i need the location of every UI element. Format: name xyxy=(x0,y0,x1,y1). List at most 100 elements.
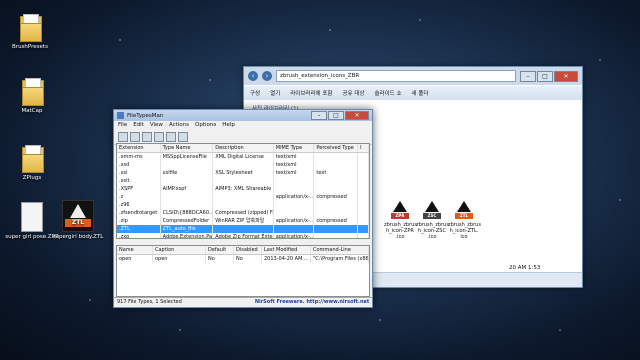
menu-view[interactable]: View xyxy=(150,122,163,130)
table-row[interactable]: .xsl xslfile XSL Stylesheet text/xml text xyxy=(117,169,369,177)
table-cell xyxy=(213,177,274,185)
desktop-icon-ztl[interactable]: ZTL supergirl body.ZTL xyxy=(50,200,106,241)
table-row[interactable]: .xmm-ms MSSppLicenseFile XML Digital Licen… xyxy=(117,153,369,161)
table-cell: text/xml xyxy=(274,161,315,169)
window-title: FileTypesMan xyxy=(127,112,164,119)
table-cell xyxy=(314,201,359,209)
table-cell xyxy=(274,201,315,209)
table-cell xyxy=(358,161,369,169)
file-types-table: Extension Type Name Description MIME Typ… xyxy=(116,143,370,239)
properties-icon[interactable] xyxy=(130,132,140,142)
save-icon[interactable] xyxy=(118,132,128,142)
table-cell xyxy=(358,217,369,225)
desktop-icon-zplugs[interactable]: ZPlugs xyxy=(4,145,60,182)
table-cell: CompressedFolder xyxy=(161,217,214,225)
toolbar-open[interactable]: 열기 xyxy=(270,89,280,97)
table-cell xyxy=(213,161,274,169)
table-cell xyxy=(161,201,214,209)
filetypesman-window: FileTypesMan – □ ✕ File Edit View Action… xyxy=(113,109,373,308)
col-caption[interactable]: Caption xyxy=(153,246,206,254)
table-cell xyxy=(358,169,369,177)
nirsoft-link[interactable]: NirSoft Freeware. http://www.nirsoft.net xyxy=(252,298,370,307)
table-cell xyxy=(274,209,315,217)
copy-icon[interactable] xyxy=(142,132,152,142)
file-item[interactable]: ZTL zbrush_zbrus h_icon-ZTL. ico xyxy=(448,200,481,240)
col-mime-type[interactable]: MIME Type xyxy=(274,144,315,152)
toolbar-new-folder[interactable]: 새 폴더 xyxy=(412,89,429,97)
col-command-line[interactable]: Command-Line xyxy=(311,246,369,254)
table-row[interactable]: .z96 xyxy=(117,201,369,209)
minimize-button[interactable]: – xyxy=(311,111,327,120)
minimize-button[interactable]: – xyxy=(520,70,536,82)
desktop-icon-label: ZPlugs xyxy=(22,175,42,181)
table-cell: MSSppLicenseFile xyxy=(161,153,214,161)
menu-actions[interactable]: Actions xyxy=(169,122,189,130)
table-cell: .xmm-ms xyxy=(117,153,161,161)
toolbar-slideshow[interactable]: 슬라이드 쇼 xyxy=(374,89,401,97)
address-bar[interactable]: zbrush_extension_icons_ZBR xyxy=(276,70,516,82)
table-cell xyxy=(358,185,369,193)
back-arrow-icon[interactable]: ‹ xyxy=(248,71,258,81)
html-report-icon[interactable] xyxy=(154,132,164,142)
col-extension[interactable]: Extension xyxy=(117,144,161,152)
col-last-modified[interactable]: Last Modified xyxy=(262,246,311,254)
table-row[interactable]: .ZTL ZTL_auto_file xyxy=(117,225,369,233)
maximize-button[interactable]: □ xyxy=(537,70,553,82)
table-cell xyxy=(274,225,315,233)
zbrush-zpr-icon: ZPR xyxy=(390,200,410,220)
table-cell: .z xyxy=(117,193,161,201)
forward-arrow-icon[interactable]: › xyxy=(262,71,272,81)
table-row[interactable]: .zfsendtotarget CLSID\{888DCA60... Compres… xyxy=(117,209,369,217)
table-cell xyxy=(274,185,315,193)
desktop-icon-brushpresets[interactable]: BrushPresets xyxy=(2,14,58,51)
table-cell: Compressed (zipped) F... xyxy=(215,209,274,217)
document-icon xyxy=(21,202,43,232)
menu-options[interactable]: Options xyxy=(195,122,216,130)
col-type-name[interactable]: Type Name xyxy=(161,144,214,152)
col-disabled[interactable]: Disabled xyxy=(234,246,262,254)
table-cell xyxy=(314,153,359,161)
table-cell: application/x-... xyxy=(275,217,315,225)
table-row[interactable]: .z application/x-... compressed xyxy=(117,193,369,201)
table-cell xyxy=(314,177,359,185)
toolbar-share[interactable]: 공유 대상 xyxy=(342,89,364,97)
menu-help[interactable]: Help xyxy=(222,122,235,130)
toolbar-include-library[interactable]: 라이브러리에 포함 xyxy=(290,89,332,97)
table-row[interactable]: .zxp Adobe.Extension.Pa... Adobe Zip Forma… xyxy=(117,233,369,238)
col-perceived-type[interactable]: Perceived Type xyxy=(314,144,359,152)
table-cell: application/x-... xyxy=(275,193,315,201)
table-cell: XSL Stylesheet xyxy=(213,169,274,177)
desktop-icon-matcap[interactable]: MatCap xyxy=(4,78,60,115)
col-name[interactable]: Name xyxy=(117,246,153,254)
actions-header: Name Caption Default Disabled Last Modif… xyxy=(117,246,369,255)
explorer-status-time: 20 AM 1:53 xyxy=(509,265,541,271)
file-item[interactable]: ZPR zbrush_zbrus h_icon-ZPR .ico xyxy=(384,200,417,240)
table-row[interactable]: .zip CompressedFolder WinRAR ZIP 압축파일 appli… xyxy=(117,217,369,225)
col-i[interactable]: I xyxy=(358,144,369,152)
table-row[interactable]: .xsd text/xml xyxy=(117,161,369,169)
table-cell: .zfsendtotarget xyxy=(117,209,161,217)
col-default[interactable]: Default xyxy=(206,246,234,254)
menu-edit[interactable]: Edit xyxy=(133,122,144,130)
toolbar-organize[interactable]: 구성 xyxy=(250,89,260,97)
table-cell: 2013-04-20 AM ... xyxy=(262,255,311,263)
status-count: 917 File Types, 1 Selected xyxy=(117,299,182,305)
find-icon[interactable] xyxy=(166,132,176,142)
maximize-button[interactable]: □ xyxy=(328,111,344,120)
file-item[interactable]: ZSC zbrush_zbrus h_icon-ZSC .ico xyxy=(416,200,449,240)
col-description[interactable]: Description xyxy=(213,144,274,152)
table-cell xyxy=(161,161,214,169)
table-cell xyxy=(213,225,274,233)
close-button[interactable]: ✕ xyxy=(345,111,369,120)
ftm-statusbar: 917 File Types, 1 Selected NirSoft Freew… xyxy=(114,297,372,307)
table-cell: compressed xyxy=(314,217,359,225)
refresh-icon[interactable] xyxy=(178,132,188,142)
menu-file[interactable]: File xyxy=(118,122,127,130)
table-row[interactable]: .xslt xyxy=(117,177,369,185)
table-row[interactable]: .XSPF AIMP.xspf AIMP3: XML Shareable ... xyxy=(117,185,369,193)
close-button[interactable]: ✕ xyxy=(554,70,578,82)
desktop-icon-label: supergirl body.ZTL xyxy=(52,234,104,240)
action-row[interactable]: open open No No 2013-04-20 AM ... "C:\Program… xyxy=(117,255,369,263)
folder-icon xyxy=(19,145,45,173)
folder-icon xyxy=(17,14,43,42)
